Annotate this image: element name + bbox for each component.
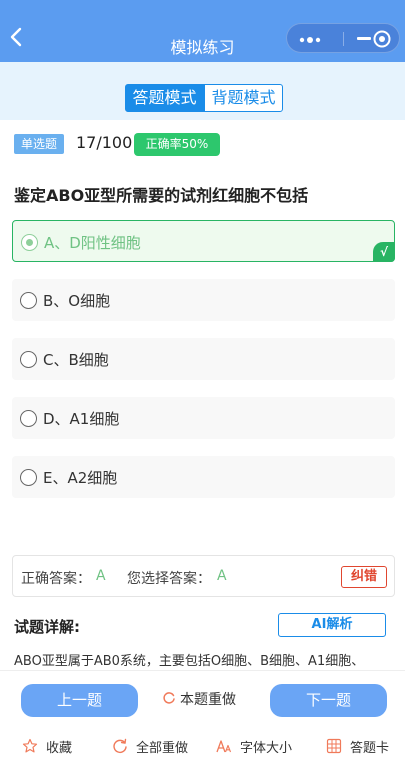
font-size-label: 字体大小 <box>240 741 293 756</box>
option-label: A、D阳性细胞 <box>44 234 141 252</box>
ai-analysis-button[interactable]: AI解析 <box>278 613 386 637</box>
option-label: B、O细胞 <box>43 292 111 310</box>
next-question-button[interactable]: 下一题 <box>270 684 387 717</box>
option-label: E、A2细胞 <box>43 469 118 487</box>
answer-result-box: 正确答案： A 您选择答案： A 纠错 <box>12 555 395 597</box>
option-c[interactable]: C、B细胞 <box>12 338 395 380</box>
detail-title: 试题详解: <box>14 618 80 636</box>
correct-check-icon: √ <box>373 242 395 262</box>
correct-answer-value: A <box>96 568 106 584</box>
radio-selected-icon <box>21 234 38 251</box>
mini-program-capsule <box>286 23 400 53</box>
selected-answer-label: 您选择答案： <box>127 571 211 587</box>
redo-all-label: 全部重做 <box>136 741 189 756</box>
option-b[interactable]: B、O细胞 <box>12 279 395 321</box>
favorite-label: 收藏 <box>46 741 73 756</box>
close-target-icon[interactable] <box>373 30 391 48</box>
star-icon <box>22 738 38 753</box>
correct-answer-label: 正确答案： <box>21 571 91 587</box>
refresh-icon <box>113 738 127 753</box>
question-progress: 17/100 <box>76 133 133 152</box>
minimize-icon[interactable] <box>357 37 371 40</box>
option-d[interactable]: D、A1细胞 <box>12 397 395 439</box>
answer-card-label: 答题卡 <box>350 741 390 756</box>
capsule-divider <box>343 32 344 46</box>
radio-icon <box>20 469 37 486</box>
tab-memorize-mode[interactable]: 背题模式 <box>204 84 283 112</box>
answer-card-icon <box>326 738 342 754</box>
radio-icon <box>20 292 37 309</box>
selected-answer-value: A <box>217 568 227 584</box>
top-nav-bar: 模拟练习 <box>0 0 405 62</box>
report-error-button[interactable]: 纠错 <box>341 566 387 588</box>
option-e[interactable]: E、A2细胞 <box>12 456 395 498</box>
option-label: C、B细胞 <box>43 351 109 369</box>
prev-question-button[interactable]: 上一题 <box>21 684 138 717</box>
radio-icon <box>20 410 37 427</box>
option-label: D、A1细胞 <box>43 410 120 428</box>
detail-text: ABO亚型属于AB0系统，主要包括O细胞、B细胞、A1细胞、 <box>14 654 365 669</box>
more-dots-icon[interactable] <box>299 37 321 43</box>
refresh-icon <box>163 692 175 704</box>
radio-icon <box>20 351 37 368</box>
accuracy-badge: 正确率50% <box>134 133 220 156</box>
question-text: 鉴定ABO亚型所需要的试剂红细胞不包括 <box>14 186 309 205</box>
font-size-icon <box>216 740 232 753</box>
option-a[interactable]: A、D阳性细胞 √ <box>12 220 395 262</box>
question-type-badge: 单选题 <box>14 134 64 154</box>
redo-label: 本题重做 <box>180 692 236 708</box>
tab-answer-mode[interactable]: 答题模式 <box>125 84 204 112</box>
